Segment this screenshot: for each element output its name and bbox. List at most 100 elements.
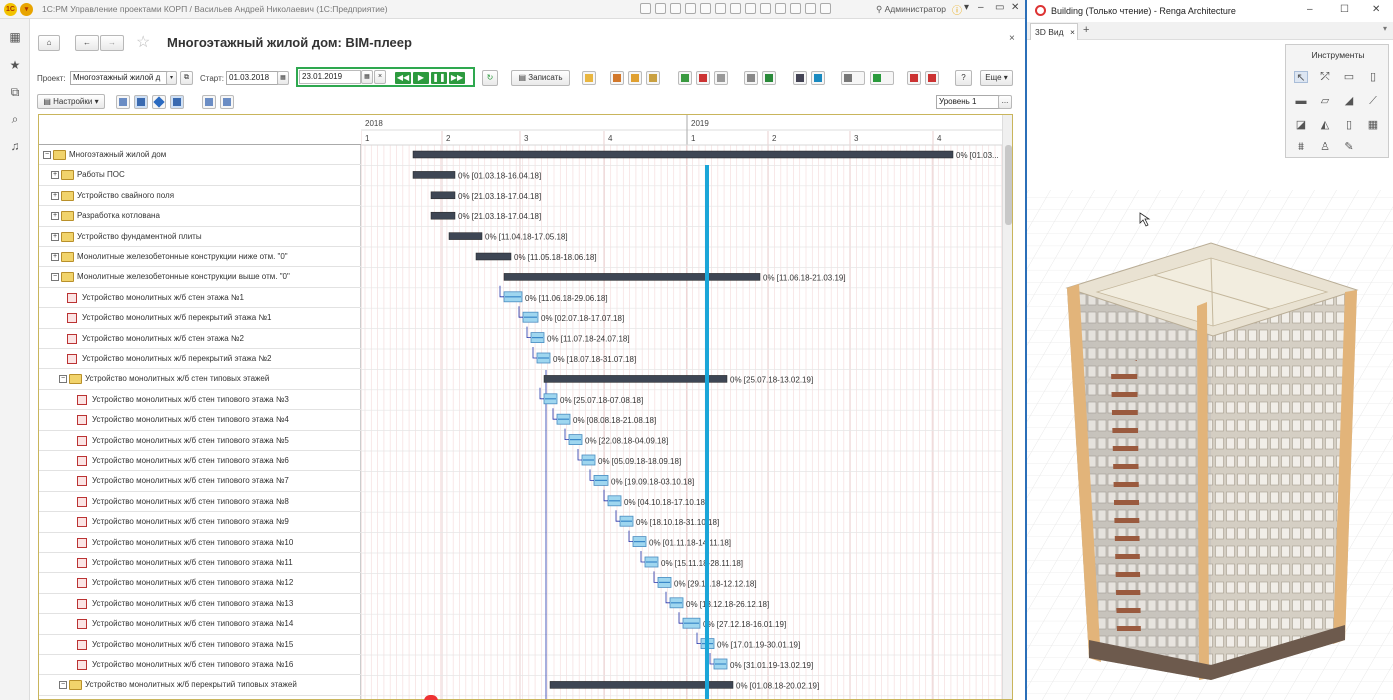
floor-icon[interactable]: ▱ — [1318, 95, 1332, 107]
search-icon[interactable]: ⌕ — [7, 111, 23, 127]
report-icon[interactable] — [907, 71, 921, 85]
summary-bar[interactable] — [543, 375, 728, 383]
current-date-calendar-button[interactable]: ▦ — [361, 70, 373, 84]
back-button[interactable]: ← — [75, 35, 99, 51]
settings-button[interactable]: ▤ Настройки ▾ — [37, 94, 105, 109]
summary-bar[interactable] — [412, 150, 954, 159]
star-icon[interactable] — [820, 3, 831, 14]
bell-icon[interactable] — [805, 3, 816, 14]
hierarchy-icon[interactable] — [628, 71, 642, 85]
form-close-icon[interactable]: × — [1009, 33, 1015, 44]
table-row[interactable]: − Монолитные железобетонные конструкции в… — [39, 267, 361, 288]
upload-icon[interactable] — [685, 3, 696, 14]
home-button[interactable]: ⌂ — [38, 35, 60, 51]
tab-list-icon[interactable]: ▾ — [1383, 24, 1387, 33]
start-date-field[interactable]: 01.03.2018 — [226, 71, 278, 85]
table-row[interactable]: − Многоэтажный жилой дом — [39, 145, 361, 166]
roof-icon[interactable]: ◢ — [1342, 95, 1356, 107]
project-dropdown-button[interactable]: ▾ — [166, 71, 177, 85]
table-row[interactable]: Устройство монолитных ж/б перекрытий эта… — [39, 308, 361, 329]
print-icon[interactable] — [640, 3, 651, 14]
table-icon[interactable] — [714, 71, 728, 85]
expand-icon[interactable]: + — [51, 232, 59, 241]
expand-icon[interactable]: + — [51, 191, 59, 200]
collapse-icon[interactable]: − — [59, 681, 67, 690]
export-icon[interactable] — [678, 71, 692, 85]
table-row[interactable]: + Разработка котлована — [39, 206, 361, 227]
start-calendar-button[interactable]: ▦ — [277, 71, 289, 85]
summary-bar[interactable] — [430, 191, 456, 200]
scrollbar-thumb[interactable] — [1005, 145, 1012, 225]
table-row[interactable]: Устройство монолитных ж/б стен типового … — [39, 451, 361, 472]
zoom-in-icon[interactable] — [202, 95, 216, 109]
rewind-button[interactable]: ◀◀ — [395, 72, 411, 84]
room-icon[interactable]: ▭ — [1342, 71, 1356, 83]
table-row[interactable]: Устройство монолитных ж/б стен этажа №1 — [39, 288, 361, 309]
renga-close-icon[interactable]: ✕ — [1372, 4, 1380, 15]
renga-maximize-icon[interactable]: ☐ — [1340, 4, 1349, 15]
expand-icon[interactable]: + — [51, 171, 59, 180]
cycle-menu-icon[interactable] — [870, 71, 894, 85]
pencil-icon[interactable] — [744, 71, 758, 85]
window-icon[interactable]: ▦ — [1366, 119, 1380, 131]
table-row[interactable]: Устройство монолитных ж/б стен типового … — [39, 614, 361, 635]
table-row[interactable]: Устройство монолитных ж/б стен типового … — [39, 471, 361, 492]
edit-chart-icon[interactable] — [762, 71, 776, 85]
table-row[interactable]: Устройство монолитных ж/б стен типового … — [39, 553, 361, 574]
indent-icon[interactable] — [116, 95, 130, 109]
apps-grid-icon[interactable]: ▦ — [7, 29, 23, 45]
plus-icon[interactable] — [775, 3, 786, 14]
close-icon[interactable]: ✕ — [1011, 2, 1019, 13]
table-row[interactable]: Устройство монолитных ж/б стен типового … — [39, 635, 361, 655]
help-button[interactable]: ? — [955, 70, 972, 86]
table-row[interactable]: Устройство монолитных ж/б стен типового … — [39, 431, 361, 451]
tab-close-icon[interactable]: × — [1070, 27, 1075, 37]
forward-button[interactable]: → — [100, 35, 124, 51]
new-tab-icon[interactable]: + — [1083, 24, 1089, 36]
model-icon[interactable] — [793, 71, 807, 85]
project-open-button[interactable]: ⧉ — [180, 71, 193, 85]
summary-bar[interactable] — [448, 232, 483, 240]
table-row[interactable]: Устройство монолитных ж/б стен типового … — [39, 492, 361, 513]
table-row[interactable]: Устройство монолитных ж/б стен типового … — [39, 533, 361, 553]
write-button[interactable]: ▤ Записать — [511, 70, 570, 86]
table-row[interactable]: − Устройство монолитных ж/б перекрытий ти… — [39, 675, 361, 696]
summary-bar[interactable] — [412, 171, 456, 179]
table-row[interactable]: Устройство монолитных ж/б стен типового … — [39, 410, 361, 431]
summary-bar[interactable] — [503, 273, 761, 281]
expand-icon[interactable]: + — [51, 212, 59, 221]
renga-minimize-icon[interactable]: – — [1307, 4, 1313, 15]
report-2-icon[interactable] — [925, 71, 939, 85]
favorites-star-icon[interactable]: ★ — [7, 57, 23, 73]
table-row[interactable]: Устройство монолитных ж/б стен типового … — [39, 655, 361, 676]
tree-icon[interactable] — [646, 71, 660, 85]
annotation-icon[interactable]: ✎ — [1342, 141, 1356, 153]
more-button[interactable]: Еще ▾ — [980, 70, 1013, 86]
current-date-marker[interactable] — [705, 165, 709, 700]
copy-icon[interactable] — [700, 3, 711, 14]
project-field[interactable]: Многоэтажный жилой д — [70, 71, 168, 85]
collapse-icon[interactable]: − — [43, 151, 51, 159]
calculator-icon[interactable] — [730, 3, 741, 14]
select-cursor-icon[interactable]: ↖ — [1294, 71, 1308, 84]
zoom-out-icon[interactable] — [220, 95, 234, 109]
filter-icon[interactable] — [170, 95, 184, 109]
onec-logo-icon[interactable]: 1С — [4, 3, 17, 16]
maximize-icon[interactable]: ▭ — [995, 2, 1004, 13]
refresh-button[interactable]: ↻ — [482, 70, 498, 86]
minimize-icon[interactable]: – — [978, 2, 984, 13]
collapse-icon[interactable]: − — [51, 273, 59, 282]
info-icon[interactable]: ⓘ — [952, 2, 962, 17]
current-user[interactable]: ⚲ Администратор — [876, 4, 946, 15]
table-row[interactable]: − Устройство монолитных ж/б стен типовых … — [39, 369, 361, 390]
expand-icon[interactable]: + — [51, 253, 59, 261]
save-icon[interactable] — [655, 3, 666, 14]
summary-bar[interactable] — [475, 252, 512, 261]
summary-bar[interactable] — [430, 211, 456, 220]
ramp-icon[interactable]: ◭ — [1318, 119, 1332, 131]
table-row[interactable]: + Монолитные железобетонные конструкции н… — [39, 247, 361, 268]
level-field[interactable]: Уровень 1 — [936, 95, 1000, 109]
history-icon[interactable]: ⧉ — [7, 84, 23, 100]
table-row[interactable]: + Устройство свайного поля — [39, 186, 361, 207]
vertical-scrollbar[interactable] — [1002, 115, 1012, 699]
